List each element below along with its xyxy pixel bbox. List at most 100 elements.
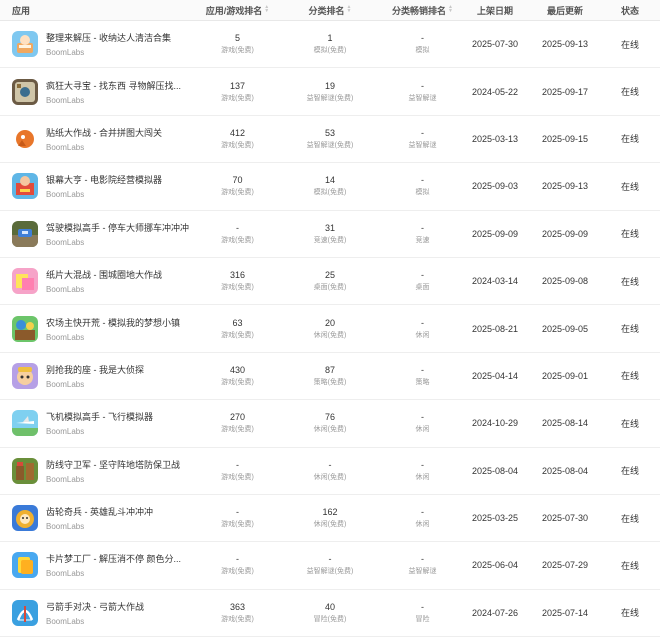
app-cell[interactable]: 卡片梦工厂 - 解压消不停 颜色分... BoomLabs bbox=[0, 542, 200, 588]
category-rank-cell: - 益智解谜(免费) bbox=[275, 542, 385, 588]
app-cell[interactable]: 整理来解压 - 收纳达人清洁合集 BoomLabs bbox=[0, 21, 200, 67]
developer-name: BoomLabs bbox=[46, 190, 85, 200]
app-cell[interactable]: 弓箭手对决 - 弓箭大作战 BoomLabs bbox=[0, 590, 200, 636]
table-row[interactable]: 纸片大混战 - 围城圈地大作战 BoomLabs 316 游戏(免费) 25 桌面(免费)… bbox=[0, 258, 660, 306]
rank-cell: 137 游戏(免费) bbox=[200, 68, 275, 114]
gear-hero-icon[interactable] bbox=[12, 505, 38, 532]
table-row[interactable]: 齿轮奇兵 - 英雄乱斗冲冲冲 BoomLabs - 游戏(免费) 162 休闲(免费) - 休… bbox=[0, 495, 660, 543]
release-date-cell: 2025-04-14 bbox=[460, 353, 530, 399]
table-row[interactable]: 农场主快开荒 - 模拟我的梦想小镇 BoomLabs 63 游戏(免费) 20 休闲(免费… bbox=[0, 305, 660, 353]
treasure-icon[interactable] bbox=[12, 78, 38, 105]
sort-icon[interactable]: ▲ ▼ bbox=[448, 5, 453, 14]
table-row[interactable]: 驾驶模拟高手 - 停车大师挪车冲冲冲 BoomLabs - 游戏(免费) 31 竞速(免费… bbox=[0, 211, 660, 258]
car-icon[interactable] bbox=[12, 220, 38, 247]
app-cell[interactable]: 纸片大混战 - 围城圈地大作战 BoomLabs bbox=[0, 258, 200, 304]
category-rank: 25 bbox=[324, 270, 335, 281]
table-row[interactable]: 整理来解压 - 收纳达人清洁合集 BoomLabs 5 游戏(免费) 1 模拟(免费) - 模… bbox=[0, 21, 660, 69]
grossing-rank-label: 休闲 bbox=[415, 426, 430, 434]
table-row[interactable]: 卡片梦工厂 - 解压消不停 颜色分... BoomLabs - 游戏(免费) - 益智解谜… bbox=[0, 542, 660, 590]
app-cell[interactable]: 银幕大亨 - 电影院经营模拟器 BoomLabs bbox=[0, 163, 200, 209]
developer-name: BoomLabs bbox=[46, 522, 85, 532]
status-cell: 在线 bbox=[600, 21, 660, 67]
app-name[interactable]: 别抢我的座 - 我是大侦探 bbox=[46, 363, 144, 376]
grossing-rank: - bbox=[421, 222, 424, 233]
plane-icon[interactable] bbox=[12, 410, 38, 437]
app-name[interactable]: 疯狂大寻宝 - 找东西 寻物解压找... bbox=[46, 79, 181, 92]
app-cell[interactable]: 疯狂大寻宝 - 找东西 寻物解压找... BoomLabs bbox=[0, 68, 200, 114]
release-date-cell: 2024-10-29 bbox=[460, 400, 530, 446]
rank-cell: - 游戏(免费) bbox=[200, 495, 275, 541]
category-rank-label: 休闲(免费) bbox=[313, 331, 347, 339]
grossing-rank: - bbox=[421, 317, 424, 328]
category-rank-cell: 14 模拟(免费) bbox=[275, 163, 385, 209]
rank-cell: - 游戏(免费) bbox=[200, 448, 275, 494]
last-updated: 2025-09-09 bbox=[541, 228, 589, 239]
grossing-rank-cell: - 益智解谜 bbox=[385, 116, 460, 162]
app-name[interactable]: 纸片大混战 - 围城圈地大作战 bbox=[46, 268, 162, 281]
cinema-icon[interactable] bbox=[12, 173, 38, 200]
sticker-icon[interactable] bbox=[12, 125, 38, 152]
app-name[interactable]: 驾驶模拟高手 - 停车大师挪车冲冲冲 bbox=[46, 221, 189, 234]
last-updated: 2025-09-13 bbox=[541, 181, 589, 192]
developer-name: BoomLabs bbox=[46, 332, 85, 342]
card-icon[interactable] bbox=[12, 552, 38, 579]
organize-icon[interactable] bbox=[12, 31, 38, 58]
header-rank[interactable]: 应用/游戏排名 ▲ ▼ bbox=[200, 0, 275, 20]
app-rank: - bbox=[236, 222, 239, 233]
last-updated-cell: 2025-09-13 bbox=[530, 21, 600, 67]
app-name[interactable]: 齿轮奇兵 - 英雄乱斗冲冲冲 bbox=[46, 505, 153, 518]
rank-cell: 270 游戏(免费) bbox=[200, 400, 275, 446]
last-updated-cell: 2025-09-09 bbox=[530, 211, 600, 257]
table-row[interactable]: 疯狂大寻宝 - 找东西 寻物解压找... BoomLabs 137 游戏(免费) 19 益… bbox=[0, 68, 660, 116]
category-rank: 40 bbox=[324, 601, 335, 612]
app-cell[interactable]: 驾驶模拟高手 - 停车大师挪车冲冲冲 BoomLabs bbox=[0, 211, 200, 257]
header-grossing-rank[interactable]: 分类畅销排名 ▲ ▼ bbox=[385, 0, 460, 20]
app-name[interactable]: 飞机模拟高手 - 飞行模拟器 bbox=[46, 410, 153, 423]
category-rank: - bbox=[328, 554, 332, 565]
table-row[interactable]: 弓箭手对决 - 弓箭大作战 BoomLabs 363 游戏(免费) 40 冒险(免费) - 冒… bbox=[0, 590, 660, 637]
app-name[interactable]: 贴纸大作战 - 合并拼图大闯关 bbox=[46, 126, 162, 139]
status-text: 在线 bbox=[620, 418, 639, 429]
app-name[interactable]: 农场主快开荒 - 模拟我的梦想小镇 bbox=[46, 316, 180, 329]
app-rank: - bbox=[236, 554, 239, 565]
app-rank-label: 游戏(免费) bbox=[221, 521, 254, 529]
table-row[interactable]: 银幕大亨 - 电影院经营模拟器 BoomLabs 70 游戏(免费) 14 模拟(免费) -… bbox=[0, 163, 660, 211]
app-name[interactable]: 整理来解压 - 收纳达人清洁合集 bbox=[46, 31, 171, 44]
detective-icon[interactable] bbox=[12, 362, 38, 389]
app-name[interactable]: 防线守卫军 - 坚守阵地塔防保卫战 bbox=[46, 458, 180, 471]
release-date-cell: 2025-09-03 bbox=[460, 163, 530, 209]
grossing-rank-label: 冒险 bbox=[415, 615, 430, 623]
release-date-cell: 2025-09-09 bbox=[460, 211, 530, 257]
sort-icon[interactable]: ▲ ▼ bbox=[264, 5, 269, 14]
app-name[interactable]: 卡片梦工厂 - 解压消不停 颜色分... bbox=[46, 552, 181, 565]
app-rank-label: 游戏(免费) bbox=[221, 284, 254, 292]
category-rank-label: 模拟(免费) bbox=[313, 47, 347, 55]
app-cell[interactable]: 贴纸大作战 - 合并拼图大闯关 BoomLabs bbox=[0, 116, 200, 162]
farm-icon[interactable] bbox=[12, 315, 38, 342]
app-cell[interactable]: 齿轮奇兵 - 英雄乱斗冲冲冲 BoomLabs bbox=[0, 495, 200, 541]
release-date-cell: 2024-05-22 bbox=[460, 68, 530, 114]
status-text: 在线 bbox=[620, 560, 639, 571]
app-cell[interactable]: 农场主快开荒 - 模拟我的梦想小镇 BoomLabs bbox=[0, 305, 200, 351]
category-rank: 1 bbox=[327, 33, 333, 44]
header-status: 状态 bbox=[620, 5, 639, 16]
app-cell[interactable]: 防线守卫军 - 坚守阵地塔防保卫战 BoomLabs bbox=[0, 448, 200, 494]
archer-icon[interactable] bbox=[12, 599, 38, 626]
paper-icon[interactable] bbox=[12, 268, 38, 295]
app-cell[interactable]: 别抢我的座 - 我是大侦探 BoomLabs bbox=[0, 353, 200, 399]
app-name[interactable]: 银幕大亨 - 电影院经营模拟器 bbox=[46, 173, 162, 186]
table-row[interactable]: 飞机模拟高手 - 飞行模拟器 BoomLabs 270 游戏(免费) 76 休闲(免费) -… bbox=[0, 400, 660, 448]
app-name[interactable]: 弓箭手对决 - 弓箭大作战 bbox=[46, 600, 144, 613]
grossing-rank: - bbox=[421, 80, 424, 91]
table-row[interactable]: 贴纸大作战 - 合并拼图大闯关 BoomLabs 412 游戏(免费) 53 益智解谜(免… bbox=[0, 116, 660, 164]
table-row[interactable]: 别抢我的座 - 我是大侦探 BoomLabs 430 游戏(免费) 87 策略(免费) - 策… bbox=[0, 353, 660, 401]
status-text: 在线 bbox=[620, 371, 639, 382]
tower-icon[interactable] bbox=[12, 457, 38, 484]
header-category-rank[interactable]: 分类排名 ▲ ▼ bbox=[275, 0, 385, 20]
app-cell[interactable]: 飞机模拟高手 - 飞行模拟器 BoomLabs bbox=[0, 400, 200, 446]
release-date: 2025-04-14 bbox=[471, 370, 519, 381]
status-text: 在线 bbox=[620, 276, 639, 287]
category-rank-cell: 40 冒险(免费) bbox=[275, 590, 385, 636]
table-row[interactable]: 防线守卫军 - 坚守阵地塔防保卫战 BoomLabs - 游戏(免费) - 休闲(免费) -… bbox=[0, 448, 660, 495]
sort-icon[interactable]: ▲ ▼ bbox=[347, 5, 352, 14]
